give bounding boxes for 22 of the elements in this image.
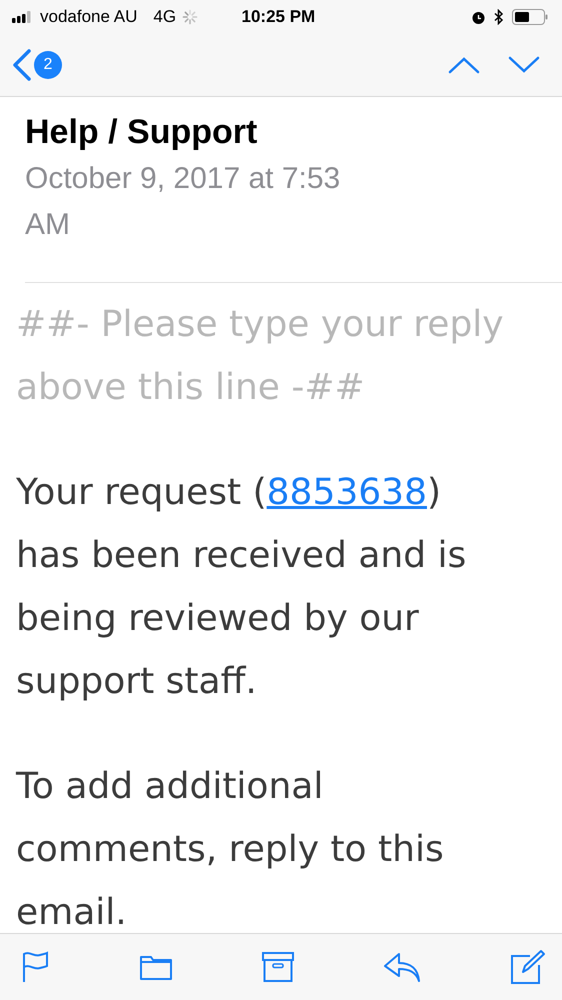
flag-icon[interactable]: [22, 951, 50, 983]
chevron-up-icon[interactable]: [448, 56, 480, 74]
unread-count-badge: 2: [34, 51, 62, 79]
bluetooth-icon: [494, 9, 504, 25]
activity-spinner-icon: [182, 9, 198, 25]
back-icon[interactable]: [12, 49, 32, 81]
body-paragraph: To add additional comments, reply to this email.: [16, 765, 445, 933]
chevron-down-icon[interactable]: [508, 56, 540, 74]
folder-icon[interactable]: [139, 953, 173, 981]
battery-icon: [512, 9, 548, 25]
clock-time: 10:25 PM: [242, 7, 316, 27]
email-subject: Help / Support: [25, 113, 258, 152]
reply-line-note: ##- Please type your reply above this line -##: [16, 303, 505, 410]
network-type: 4G: [153, 7, 176, 27]
archive-box-icon[interactable]: [262, 952, 294, 982]
request-number-link[interactable]: 8853638: [266, 472, 427, 513]
alarm-icon: [471, 10, 486, 24]
compose-icon[interactable]: [510, 949, 546, 985]
body-paragraph: Your request (8853638) has been received and is being reviewed by our support staff.: [16, 471, 468, 704]
email-date: October 9, 2017 at 7:53 AM: [25, 161, 342, 243]
reply-icon[interactable]: [383, 952, 421, 982]
carrier-name: vodafone AU: [40, 7, 138, 27]
